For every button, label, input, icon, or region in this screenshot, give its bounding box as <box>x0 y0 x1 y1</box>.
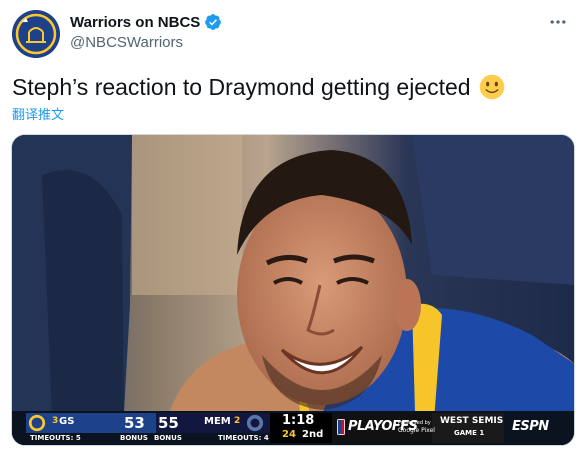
series-label: WEST SEMIS <box>440 416 504 426</box>
warriors-team-icon <box>28 414 46 432</box>
display-name[interactable]: Warriors on NBCS <box>70 14 200 31</box>
game-clock: 1:18 <box>282 413 315 428</box>
away-bonus: BONUS <box>154 434 182 442</box>
home-abbr: GS <box>59 416 75 427</box>
tweet-media-image[interactable]: 3 GS 53 55 MEM 2 TIMEOUTS: 5 BONUS BONUS… <box>11 134 575 446</box>
verified-badge-icon <box>205 14 222 30</box>
away-timeouts: TIMEOUTS: 4 <box>218 434 269 442</box>
slightly-smiling-face-icon <box>479 74 504 100</box>
game-label: GAME 1 <box>454 429 485 437</box>
warriors-logo-icon <box>12 10 60 58</box>
home-bonus: BONUS <box>120 434 148 442</box>
sponsor-line-2: Google Pixel <box>398 427 435 434</box>
translate-tweet-link[interactable]: 翻译推文 <box>12 104 64 123</box>
network-logo: ESPN <box>512 419 549 434</box>
sponsor-line-1: Presented by <box>398 420 431 426</box>
avatar[interactable] <box>12 10 60 58</box>
home-score: 53 <box>124 414 145 432</box>
more-horizontal-icon[interactable] <box>546 10 570 34</box>
nba-logo-icon <box>337 419 345 435</box>
home-seed: 3 <box>52 416 59 426</box>
grizzlies-team-icon <box>246 414 264 432</box>
tweet-header: Warriors on NBCS @NBCSWarriors <box>12 10 572 58</box>
shot-clock: 24 <box>282 429 296 440</box>
steph-curry-photo <box>12 135 574 445</box>
home-timeouts: TIMEOUTS: 5 <box>30 434 81 442</box>
scoreboard-bug: 3 GS 53 55 MEM 2 TIMEOUTS: 5 BONUS BONUS… <box>12 411 574 445</box>
away-abbr: MEM <box>204 416 231 427</box>
away-seed: 2 <box>234 416 241 426</box>
handle[interactable]: @NBCSWarriors <box>70 34 183 51</box>
tweet-text: Steph’s reaction to Draymond getting eje… <box>12 72 505 102</box>
period: 2nd <box>302 429 324 440</box>
tweet-text-content: Steph’s reaction to Draymond getting eje… <box>12 74 471 100</box>
away-score: 55 <box>158 414 179 432</box>
